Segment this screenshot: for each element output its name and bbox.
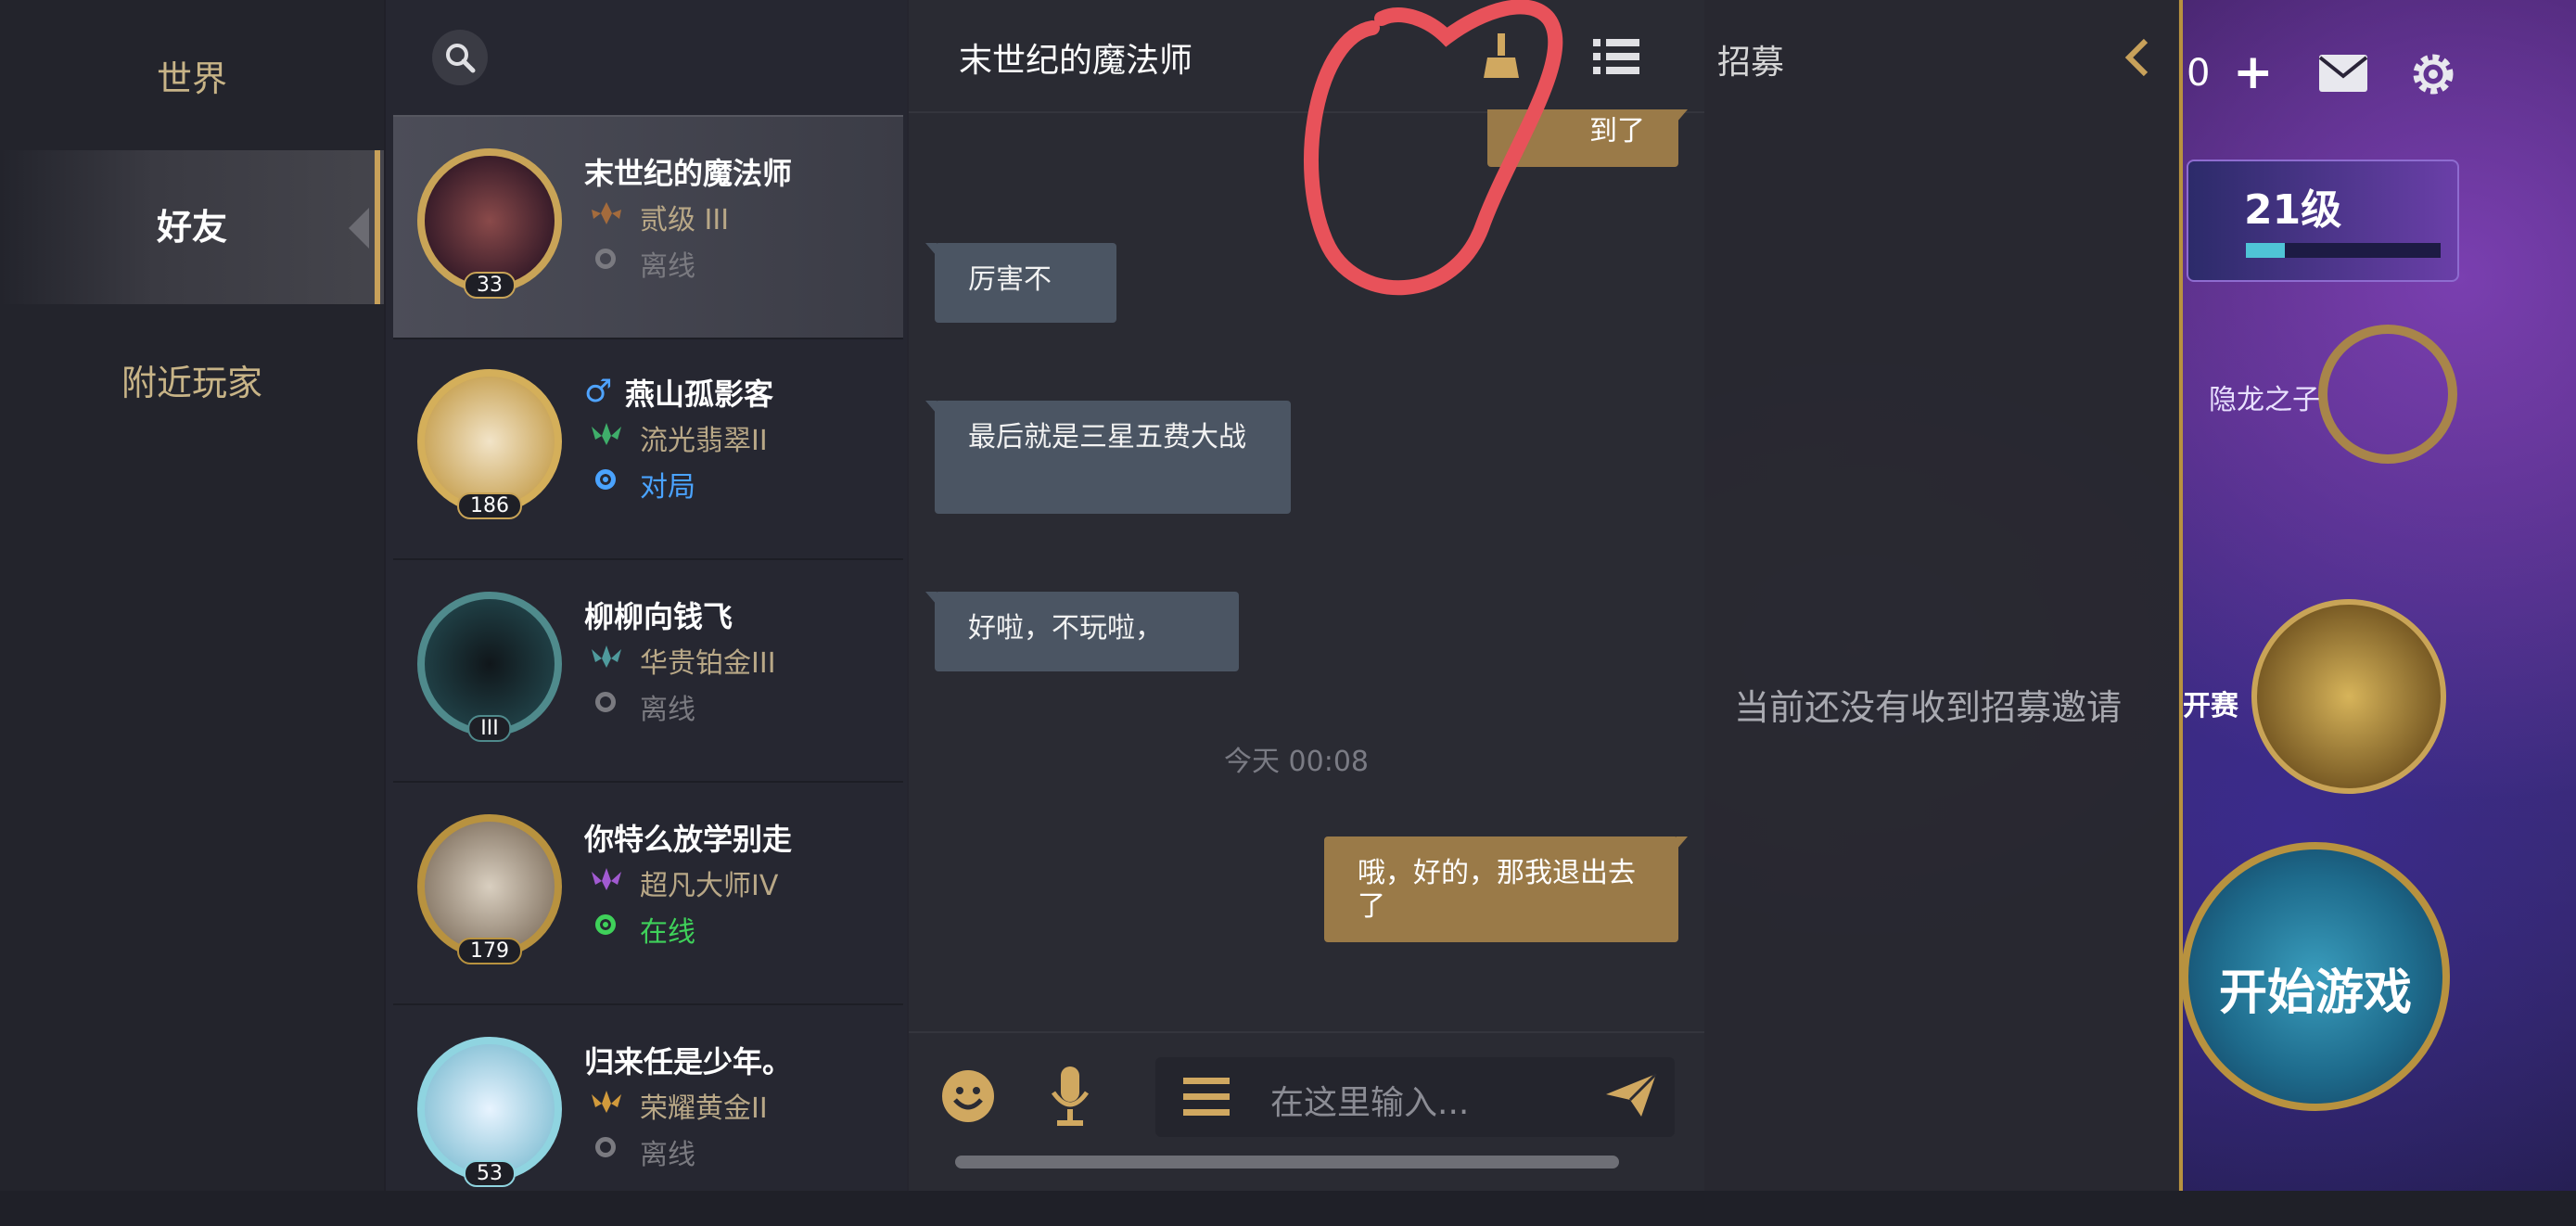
avatar-level: 53 bbox=[464, 1160, 516, 1187]
category-world-label: 世界 bbox=[156, 58, 227, 99]
pass-emblem-icon bbox=[2318, 325, 2457, 464]
list-menu-icon[interactable] bbox=[1593, 37, 1639, 76]
level-label: 21级 bbox=[2244, 186, 2342, 234]
message-incoming: 最后就是三星五费大战 bbox=[925, 401, 1291, 514]
collapse-chevron-icon[interactable] bbox=[2123, 37, 2151, 78]
friend-name: 燕山孤影客 bbox=[625, 377, 774, 412]
hud-currency[interactable]: 0 + bbox=[2179, 41, 2281, 106]
friend-row[interactable]: III 柳柳向钱飞 华贵铂金III 离线 bbox=[393, 560, 903, 783]
friend-row[interactable]: 53 归来任是少年。 荣耀黄金II 离线 bbox=[393, 1005, 903, 1226]
status-dot bbox=[595, 469, 616, 490]
search-button[interactable] bbox=[432, 30, 488, 85]
active-indicator bbox=[375, 150, 380, 304]
rank-icon bbox=[592, 202, 621, 224]
add-currency-icon[interactable]: + bbox=[2233, 45, 2274, 100]
search-icon bbox=[446, 44, 476, 73]
message-timestamp: 今天 00:08 bbox=[1224, 746, 1369, 778]
tournament-label: 开赛 bbox=[2183, 690, 2238, 722]
friend-rank: 超凡大师IV bbox=[640, 870, 779, 902]
avatar: III bbox=[417, 592, 562, 742]
category-nearby-label: 附近玩家 bbox=[121, 363, 262, 403]
currency-amount: 0 bbox=[2187, 52, 2211, 95]
category-friends[interactable]: 好友 bbox=[0, 150, 384, 304]
pass-card[interactable]: 隐龙之子 bbox=[2198, 315, 2476, 473]
avatar: 186 bbox=[417, 369, 562, 519]
rank-icon bbox=[592, 645, 621, 668]
horizontal-scrollbar[interactable] bbox=[955, 1156, 1619, 1169]
chat-title: 末世纪的魔法师 bbox=[959, 42, 1193, 80]
friend-status: 离线 bbox=[640, 1139, 695, 1171]
category-friends-label: 好友 bbox=[156, 207, 227, 248]
friend-row[interactable]: 186 ♂ 燕山孤影客 流光翡翠II 对局 bbox=[393, 338, 903, 560]
status-dot bbox=[595, 1137, 616, 1157]
friend-name: 末世纪的魔法师 bbox=[584, 156, 793, 191]
rank-icon bbox=[592, 423, 621, 445]
rank-icon bbox=[592, 868, 621, 890]
friend-row[interactable]: 33 末世纪的魔法师 贰级 III 离线 bbox=[393, 115, 903, 339]
friend-rank: 华贵铂金III bbox=[640, 647, 776, 680]
message-text: 最后就是三星五费大战 bbox=[968, 421, 1246, 453]
microphone-icon[interactable] bbox=[1048, 1065, 1092, 1128]
settings-gear-icon[interactable] bbox=[2407, 48, 2459, 100]
recruit-title: 招募 bbox=[1717, 44, 1785, 82]
start-game-button[interactable]: 开始游戏 bbox=[2181, 842, 2450, 1111]
quick-phrase-menu-icon[interactable] bbox=[1183, 1076, 1230, 1118]
message-outgoing: 哦，好的，那我退出去了 bbox=[1324, 836, 1688, 942]
recruit-panel bbox=[1704, 0, 2179, 1191]
rank-icon bbox=[592, 1091, 621, 1113]
tournament-trophy[interactable]: 开赛 bbox=[2181, 594, 2459, 798]
message-incoming: 厉害不 bbox=[925, 243, 1116, 323]
send-icon[interactable] bbox=[1604, 1072, 1658, 1118]
active-arrow-icon bbox=[349, 208, 369, 249]
avatar-level: 186 bbox=[457, 492, 522, 519]
friend-rank: 荣耀黄金II bbox=[640, 1092, 768, 1125]
category-world[interactable]: 世界 bbox=[0, 50, 384, 101]
friend-rank: 流光翡翠II bbox=[640, 425, 768, 457]
status-dot bbox=[595, 249, 616, 269]
chat-input-placeholder: 在这里输入... bbox=[1270, 1084, 1470, 1122]
friend-status: 在线 bbox=[640, 916, 695, 949]
friend-name: 归来任是少年。 bbox=[584, 1044, 793, 1079]
message-text: 好啦，不玩啦， bbox=[968, 612, 1163, 645]
friend-status: 离线 bbox=[640, 250, 695, 283]
level-card[interactable]: 21级 bbox=[2187, 160, 2459, 282]
avatar: 179 bbox=[417, 814, 562, 964]
pass-label: 隐龙之子 bbox=[2209, 384, 2320, 416]
start-game-label: 开始游戏 bbox=[2218, 965, 2412, 1021]
friend-rank: 贰级 III bbox=[640, 204, 730, 236]
mail-icon[interactable] bbox=[2318, 54, 2368, 93]
emoji-icon[interactable] bbox=[940, 1068, 996, 1124]
message-text: 哦，好的，那我退出去了 bbox=[1358, 857, 1636, 923]
avatar-level: III bbox=[467, 715, 512, 742]
category-nearby[interactable]: 附近玩家 bbox=[0, 354, 384, 405]
friend-status: 离线 bbox=[640, 694, 695, 726]
status-dot bbox=[595, 692, 616, 712]
level-progress-bar bbox=[2246, 243, 2441, 258]
avatar-level: 179 bbox=[457, 938, 522, 964]
friend-name: 你特么放学别走 bbox=[584, 822, 793, 857]
recruit-empty-message: 当前还没有收到招募邀请 bbox=[1734, 687, 2123, 728]
friend-row[interactable]: 179 你特么放学别走 超凡大师IV 在线 bbox=[393, 783, 903, 1005]
message-incoming: 好啦，不玩啦， bbox=[925, 592, 1239, 671]
status-dot bbox=[595, 914, 616, 935]
message-text: 到了 bbox=[1589, 115, 1645, 147]
friend-name: 柳柳向钱飞 bbox=[584, 599, 733, 634]
avatar: 53 bbox=[417, 1037, 562, 1187]
avatar: 33 bbox=[417, 148, 562, 299]
trophy-icon bbox=[2251, 599, 2446, 794]
message-text: 厉害不 bbox=[968, 263, 1052, 296]
avatar-level: 33 bbox=[464, 272, 516, 299]
male-gender-icon: ♂ bbox=[584, 373, 613, 410]
friend-status: 对局 bbox=[640, 471, 695, 504]
red-annotation-circle bbox=[1304, 0, 1563, 296]
